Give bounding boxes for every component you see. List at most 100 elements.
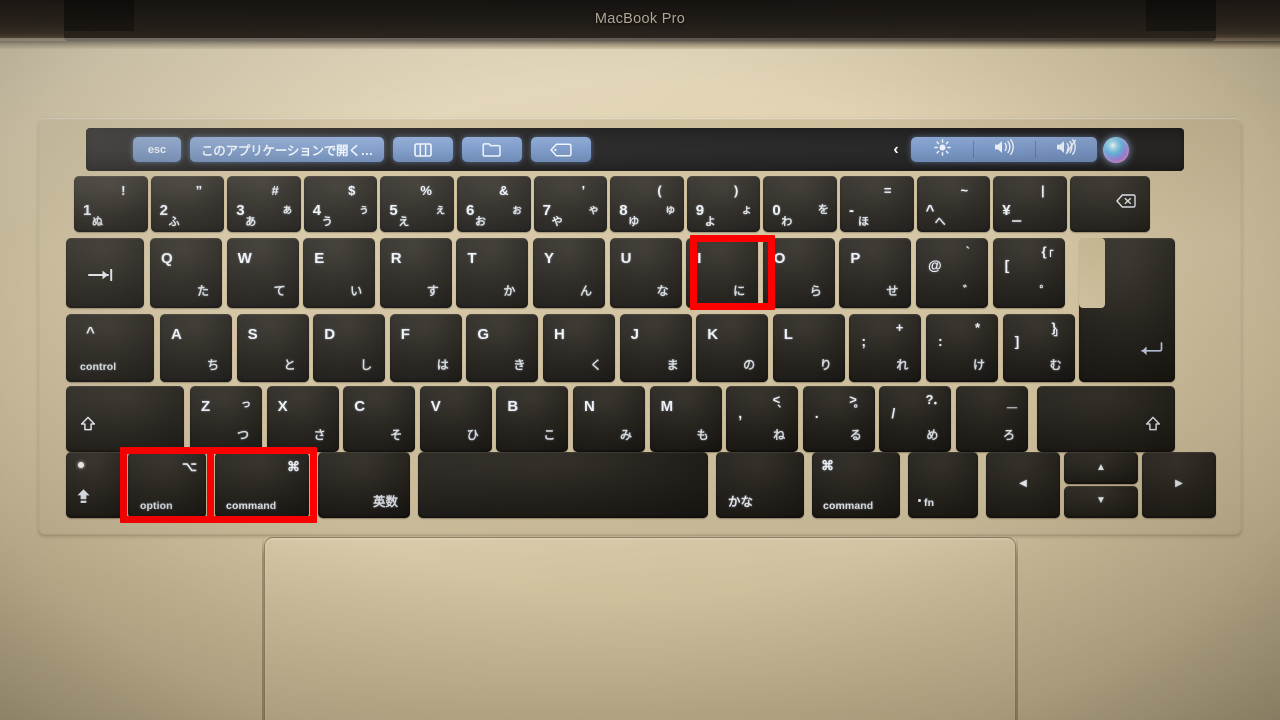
key-q[interactable]: Qた bbox=[150, 238, 222, 308]
key-z[interactable]: Z つ っ bbox=[190, 386, 262, 452]
key-main-label: A bbox=[171, 326, 182, 343]
touch-bar-esc-button[interactable]: esc bbox=[133, 137, 181, 162]
key-e[interactable]: Eい bbox=[303, 238, 376, 308]
key-shift-right[interactable] bbox=[1037, 386, 1175, 452]
trackpad[interactable] bbox=[264, 537, 1016, 720]
key-p[interactable]: Pせ bbox=[839, 238, 912, 308]
key-8[interactable]: 8 (ゆ ゅ bbox=[610, 176, 684, 232]
key-6[interactable]: 6 & お ぉ bbox=[457, 176, 531, 232]
key-semicolon[interactable]: +; れ bbox=[849, 314, 922, 382]
key-bracket-right[interactable]: }] む」 bbox=[1002, 314, 1075, 382]
touch-bar-brightness-button[interactable] bbox=[911, 137, 973, 162]
key-at[interactable]: ` @ ゛ bbox=[916, 238, 988, 308]
key-shift-label: ~ bbox=[960, 183, 969, 198]
key-underscore[interactable]: ろ ＿ bbox=[956, 386, 1028, 452]
key-9[interactable]: 9) よ ょ bbox=[686, 176, 761, 232]
key-kana-small-label: ゅ bbox=[664, 204, 676, 216]
touch-bar-open-with-button[interactable]: このアプリケーションで開く… bbox=[190, 137, 384, 162]
key-1[interactable]: 1! ぬ bbox=[74, 176, 148, 232]
key-shift-left[interactable] bbox=[66, 386, 184, 452]
key-n[interactable]: Nみ bbox=[573, 386, 645, 452]
key-delete[interactable] bbox=[1069, 176, 1150, 232]
key-command-left[interactable]: ⌘ command bbox=[215, 452, 309, 518]
key-2[interactable]: 2 ” ふ bbox=[150, 176, 225, 232]
key-r[interactable]: Rす bbox=[379, 238, 452, 308]
key-kana-label: め bbox=[926, 428, 939, 442]
key-arrow-up[interactable]: ▲ bbox=[1064, 452, 1138, 484]
key-alt-label: 「 bbox=[1043, 251, 1054, 262]
key-5[interactable]: 5% え ぇ bbox=[380, 176, 454, 232]
touch-bar-expand-chevron[interactable]: ‹ bbox=[881, 137, 911, 162]
key-g[interactable]: Gき bbox=[466, 314, 539, 382]
touch-bar-folder-button[interactable] bbox=[461, 137, 522, 162]
key-caret[interactable]: ^ ~ へ bbox=[916, 176, 991, 232]
key-kana[interactable]: かな bbox=[716, 452, 804, 518]
key-eisu[interactable]: 英数 bbox=[318, 452, 410, 518]
key-t[interactable]: Tか bbox=[456, 238, 529, 308]
key-u[interactable]: Uな bbox=[609, 238, 682, 308]
key-arrow-left[interactable]: ◀ bbox=[986, 452, 1060, 518]
key-3[interactable]: 3 # あ ぁ bbox=[227, 176, 301, 232]
caps-lock-indicator bbox=[78, 462, 84, 468]
key-w[interactable]: Wて bbox=[226, 238, 299, 308]
key-k[interactable]: Kの bbox=[696, 314, 769, 382]
key-j[interactable]: Jま bbox=[619, 314, 692, 382]
key-shift-label: ” bbox=[195, 183, 203, 198]
touch-bar-left-group: esc このアプリケーションで開く… bbox=[86, 137, 591, 162]
key-m[interactable]: Mも bbox=[649, 386, 722, 452]
key-main-label: S bbox=[247, 326, 258, 343]
key-shift-label: ) bbox=[733, 183, 739, 198]
key-s[interactable]: Sと bbox=[236, 314, 309, 382]
key-0[interactable]: 0わ を bbox=[763, 176, 837, 232]
touch-bar-tag-button[interactable] bbox=[530, 137, 591, 162]
key-l[interactable]: Lり bbox=[772, 314, 845, 382]
touch-bar-volume-up-button[interactable] bbox=[973, 137, 1035, 162]
key-h[interactable]: Hく bbox=[543, 314, 615, 382]
key-shift-label: ( bbox=[657, 183, 662, 198]
key-v[interactable]: Vひ bbox=[419, 386, 492, 452]
key-space[interactable] bbox=[418, 452, 708, 518]
key-caps-lock[interactable] bbox=[66, 452, 124, 518]
key-b[interactable]: Bこ bbox=[496, 386, 569, 452]
key-minus[interactable]: - = ほ bbox=[840, 176, 914, 232]
key-main-label: 4 bbox=[312, 202, 322, 219]
key-7[interactable]: 7 ’ や ゃ bbox=[533, 176, 608, 232]
key-kana-label: く bbox=[589, 358, 602, 372]
key-4[interactable]: 4 $ う ぅ bbox=[303, 176, 378, 232]
key-shift-label: + bbox=[895, 320, 904, 335]
key-arrow-down[interactable]: ▼ bbox=[1064, 486, 1138, 518]
key-option[interactable]: ⌥ option bbox=[128, 452, 206, 518]
key-kana-label: ろ bbox=[1002, 428, 1015, 442]
key-y[interactable]: Yん bbox=[533, 238, 605, 308]
arrow-down-icon: ▼ bbox=[1096, 495, 1106, 506]
touch-bar-mute-button[interactable] bbox=[1035, 137, 1097, 162]
key-o[interactable]: Oら bbox=[762, 238, 835, 308]
key-x[interactable]: Xさ bbox=[266, 386, 339, 452]
key-yen[interactable]: ¥ | ー bbox=[993, 176, 1067, 232]
touch-bar[interactable]: esc このアプリケーションで開く… ‹ bbox=[86, 128, 1184, 171]
key-colon[interactable]: *: け bbox=[926, 314, 998, 382]
key-fn[interactable]: fn bbox=[908, 452, 978, 518]
key-kana-label: ゜ bbox=[1039, 284, 1052, 298]
key-control[interactable]: ^ control bbox=[66, 314, 154, 382]
key-main-label: 7 bbox=[542, 202, 551, 219]
key-f[interactable]: Fは bbox=[389, 314, 462, 382]
key-bracket-left[interactable]: {[゜「 bbox=[992, 238, 1065, 308]
siri-icon[interactable] bbox=[1103, 136, 1129, 163]
key-arrow-right[interactable]: ▶ bbox=[1142, 452, 1216, 518]
shift-icon-right bbox=[1145, 416, 1161, 436]
key-period[interactable]: >. る。 bbox=[802, 386, 875, 452]
touch-bar-column-view-button[interactable] bbox=[392, 137, 453, 162]
key-kana-label: ゛ bbox=[962, 284, 975, 298]
key-i[interactable]: Iに bbox=[686, 238, 759, 308]
key-d[interactable]: Dし bbox=[313, 314, 386, 382]
command-symbol-right: ⌘ bbox=[821, 458, 834, 473]
key-main-label: 0 bbox=[772, 202, 781, 219]
key-command-right[interactable]: ⌘ command bbox=[812, 452, 900, 518]
key-a[interactable]: Aち bbox=[160, 314, 232, 382]
key-slash[interactable]: ? / め・ bbox=[879, 386, 952, 452]
key-comma[interactable]: <, ね、 bbox=[726, 386, 799, 452]
key-main-label: C bbox=[354, 398, 366, 415]
key-tab[interactable] bbox=[66, 238, 144, 308]
key-c[interactable]: Cそ bbox=[343, 386, 416, 452]
